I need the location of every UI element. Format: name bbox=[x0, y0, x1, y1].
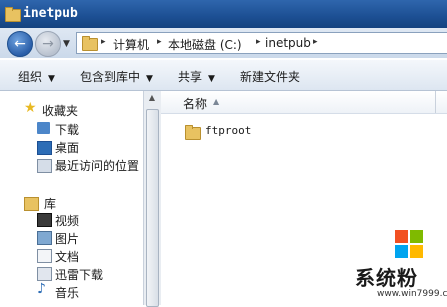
windows-logo bbox=[395, 230, 423, 258]
favorites-header[interactable]: 收藏夹 bbox=[42, 102, 78, 119]
music-icon: ♪ bbox=[37, 281, 46, 297]
column-header-name[interactable]: 名称 bbox=[183, 95, 207, 112]
nav-item-videos[interactable]: 视频 bbox=[55, 212, 79, 229]
history-dropdown-icon[interactable]: ▼ bbox=[63, 39, 70, 49]
share-menu[interactable]: 共享 ▼ bbox=[178, 68, 215, 85]
watermark-url: www.win7999.com bbox=[377, 289, 447, 299]
breadcrumb-local-disk[interactable]: 本地磁盘 (C:) bbox=[168, 36, 242, 53]
scroll-up-icon[interactable]: ▲ bbox=[146, 93, 158, 105]
navigation-pane: ★ 收藏夹 下载 桌面 最近访问的位置 库 视频 图片 文档 迅雷下载 ♪ 音乐 bbox=[0, 91, 143, 305]
chevron-right-icon[interactable]: ▸ bbox=[313, 37, 318, 47]
nav-item-music[interactable]: 音乐 bbox=[55, 284, 79, 301]
nav-item-recent-places[interactable]: 最近访问的位置 bbox=[55, 157, 139, 174]
library-icon bbox=[24, 197, 39, 211]
organize-label: 组织 bbox=[18, 70, 43, 84]
windows-logo-red bbox=[395, 230, 408, 243]
nav-item-documents[interactable]: 文档 bbox=[55, 248, 79, 265]
folder-icon bbox=[5, 7, 21, 22]
nav-item-downloads[interactable]: 下载 bbox=[55, 121, 79, 138]
breadcrumb-computer[interactable]: 计算机 bbox=[113, 36, 149, 53]
forward-button[interactable]: → bbox=[35, 31, 61, 57]
chevron-right-icon[interactable]: ▸ bbox=[157, 37, 162, 47]
organize-menu[interactable]: 组织 ▼ bbox=[18, 68, 55, 85]
nav-item-desktop[interactable]: 桌面 bbox=[55, 139, 79, 156]
video-icon bbox=[37, 213, 52, 227]
sort-ascending-icon: ▲ bbox=[213, 97, 220, 106]
breadcrumb-inetpub[interactable]: inetpub bbox=[265, 36, 311, 50]
pictures-icon bbox=[37, 231, 52, 245]
star-icon: ★ bbox=[24, 100, 37, 116]
recent-places-icon bbox=[37, 159, 52, 173]
chevron-down-icon: ▼ bbox=[48, 74, 55, 84]
include-in-library-menu[interactable]: 包含到库中 ▼ bbox=[80, 68, 153, 85]
windows-logo-blue bbox=[395, 245, 408, 258]
desktop-icon bbox=[37, 141, 52, 155]
navpane-scrollbar[interactable]: ▲ bbox=[143, 91, 161, 307]
windows-logo-green bbox=[410, 230, 423, 243]
new-folder-button[interactable]: 新建文件夹 bbox=[240, 68, 300, 85]
thunder-download-icon bbox=[37, 267, 52, 281]
column-header-row: 名称 ▲ bbox=[161, 91, 447, 114]
share-label: 共享 bbox=[178, 70, 203, 84]
title-bar: inetpub bbox=[0, 0, 447, 28]
column-divider[interactable] bbox=[435, 91, 436, 113]
window-title: inetpub bbox=[23, 6, 78, 21]
chevron-down-icon: ▼ bbox=[146, 74, 153, 84]
libraries-header[interactable]: 库 bbox=[44, 195, 56, 212]
windows-logo-yellow bbox=[410, 245, 423, 258]
command-bar: 组织 ▼ 包含到库中 ▼ 共享 ▼ 新建文件夹 bbox=[0, 60, 447, 91]
address-box[interactable]: ▸ 计算机 ▸ 本地磁盘 (C:) ▸ inetpub ▸ bbox=[76, 32, 447, 54]
nav-item-pictures[interactable]: 图片 bbox=[55, 230, 79, 247]
documents-icon bbox=[37, 249, 52, 263]
include-library-label: 包含到库中 bbox=[80, 70, 141, 84]
address-bar: ← → ▼ ▸ 计算机 ▸ 本地磁盘 (C:) ▸ inetpub ▸ bbox=[0, 28, 447, 58]
folder-icon bbox=[82, 36, 98, 51]
folder-icon bbox=[185, 125, 201, 140]
scrollbar-thumb[interactable] bbox=[146, 109, 159, 307]
download-folder-icon bbox=[37, 122, 50, 134]
chevron-right-icon[interactable]: ▸ bbox=[256, 37, 261, 47]
nav-item-thunder-downloads[interactable]: 迅雷下载 bbox=[55, 266, 103, 283]
back-button[interactable]: ← bbox=[7, 31, 33, 57]
watermark-text: 系统粉 bbox=[355, 266, 418, 290]
file-name: ftproot bbox=[205, 124, 252, 137]
chevron-down-icon: ▼ bbox=[208, 74, 215, 84]
chevron-right-icon[interactable]: ▸ bbox=[101, 37, 106, 47]
